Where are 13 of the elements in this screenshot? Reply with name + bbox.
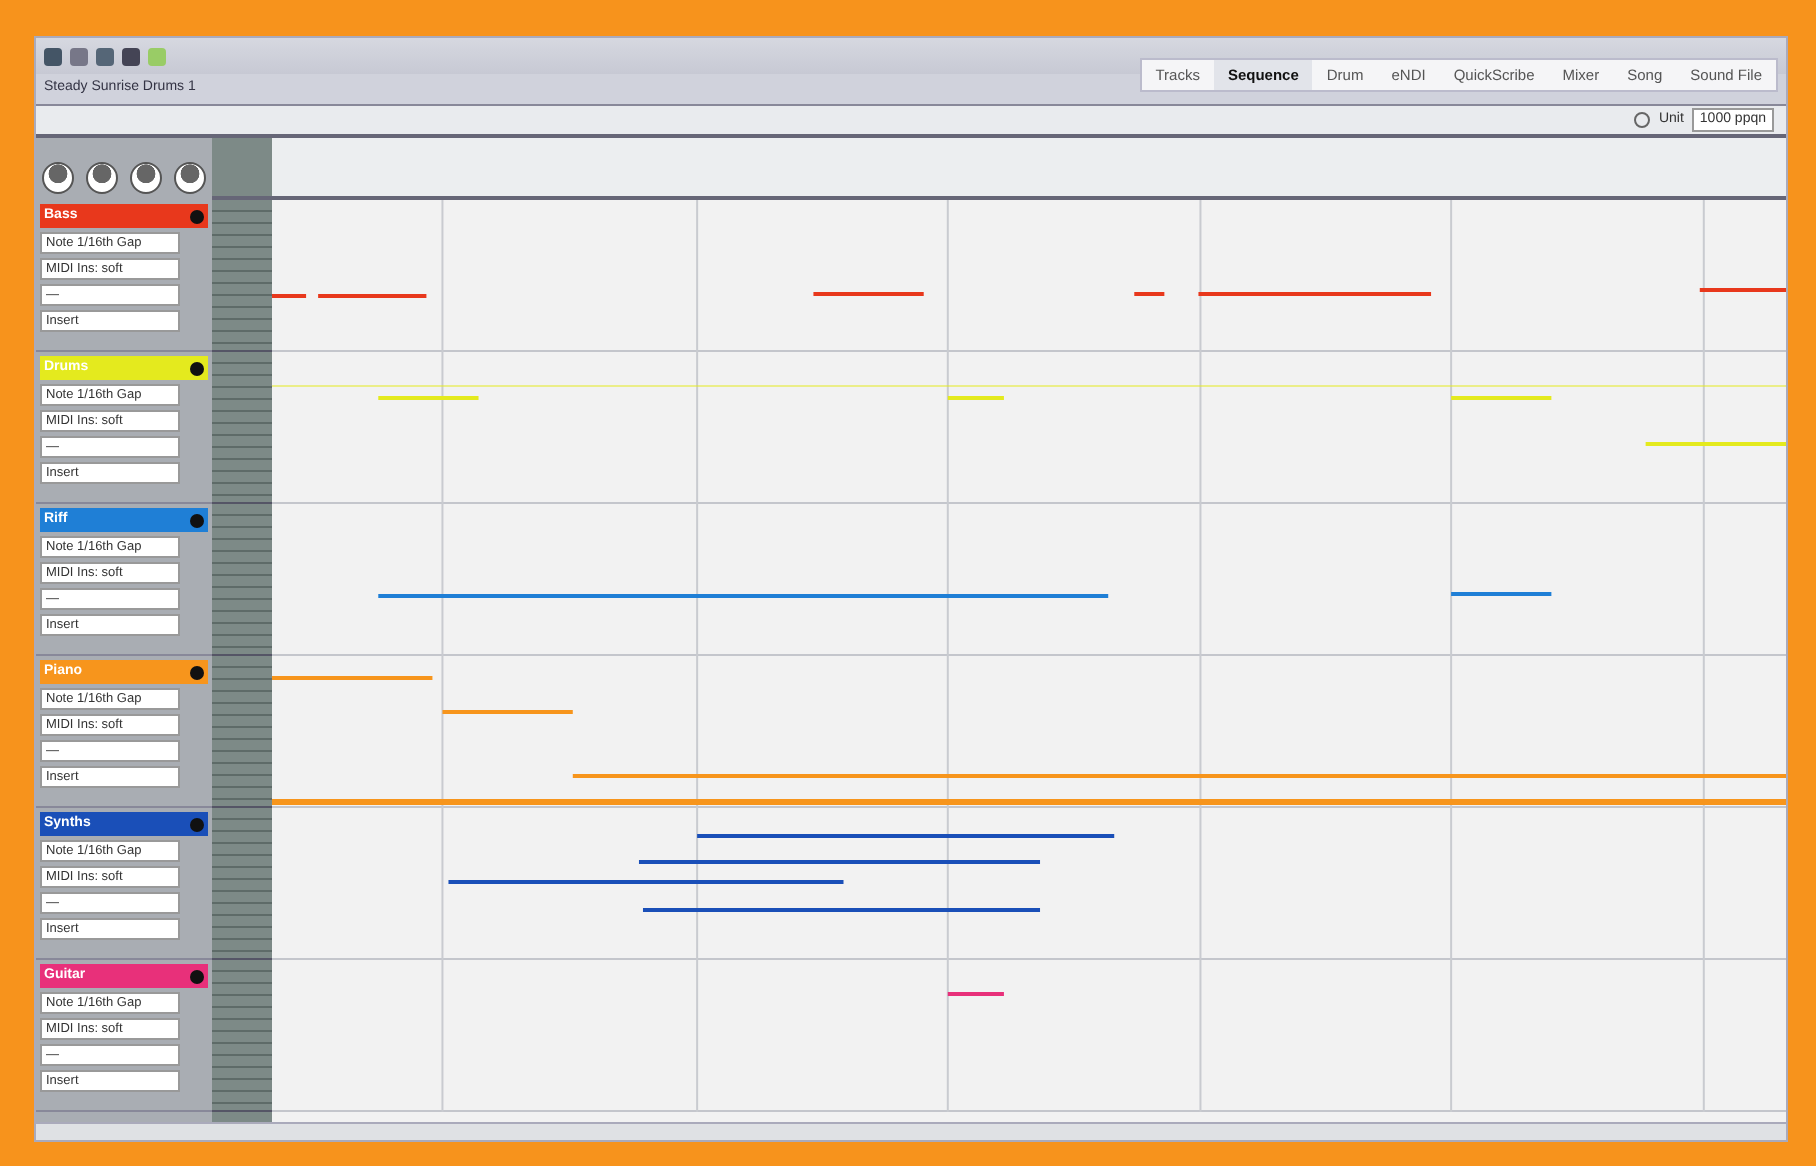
record-dot-icon[interactable] bbox=[190, 665, 204, 679]
record-dot-icon[interactable] bbox=[190, 969, 204, 983]
knob[interactable] bbox=[86, 162, 118, 194]
settings-icon[interactable] bbox=[1634, 112, 1651, 128]
record-dot-icon[interactable] bbox=[190, 513, 204, 527]
knob[interactable] bbox=[130, 162, 162, 194]
record-dot-icon[interactable] bbox=[190, 361, 204, 375]
record-dot-icon[interactable] bbox=[190, 817, 204, 831]
time-ruler[interactable] bbox=[272, 138, 1786, 200]
horizontal-scrollbar[interactable] bbox=[36, 1122, 1786, 1140]
record-dot-icon[interactable] bbox=[190, 209, 204, 223]
knob[interactable] bbox=[174, 162, 206, 194]
knob[interactable] bbox=[42, 162, 74, 194]
